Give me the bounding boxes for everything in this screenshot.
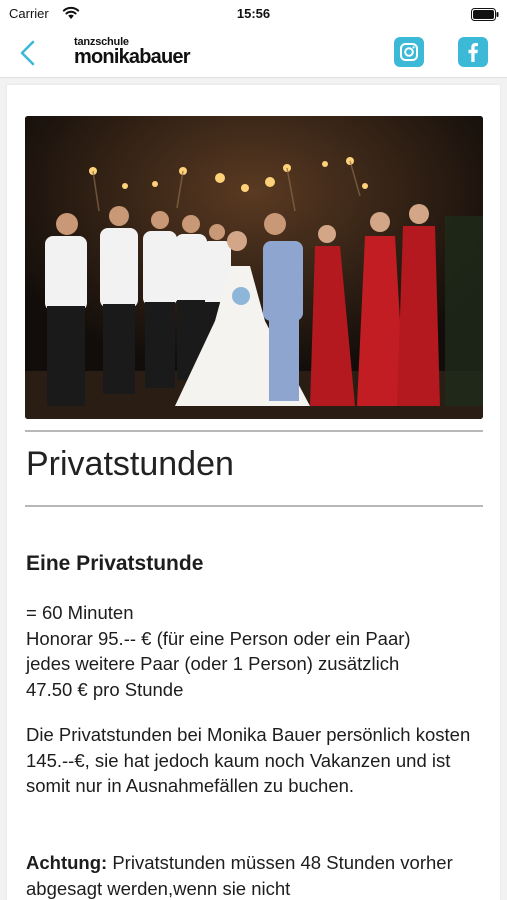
status-bar: Carrier 15:56 bbox=[0, 0, 507, 28]
tanzschule-logo: tanzschule monikabauer bbox=[74, 37, 190, 68]
title-divider-top bbox=[25, 430, 483, 432]
instagram-icon bbox=[400, 43, 418, 61]
hero-photo bbox=[25, 116, 483, 419]
battery-icon bbox=[471, 8, 499, 21]
logo-line-2: monikabauer bbox=[74, 46, 190, 68]
detail-line: Honorar 95.-- € (für eine Person oder ei… bbox=[26, 627, 411, 649]
back-button[interactable] bbox=[14, 36, 46, 70]
page-title: Privatstunden bbox=[26, 445, 234, 483]
price-details: = 60 Minuten Honorar 95.-- € (für eine P… bbox=[26, 600, 488, 702]
info-paragraph: Die Privatstunden bei Monika Bauer persö… bbox=[26, 724, 471, 796]
notice-label: Achtung: bbox=[26, 852, 108, 873]
chevron-left-icon bbox=[20, 40, 35, 66]
notice-paragraph: Achtung: Privatstunden müssen 48 Stunden… bbox=[26, 850, 488, 900]
wedding-photo-illustration bbox=[25, 116, 483, 419]
clock: 15:56 bbox=[236, 6, 271, 21]
navigation-bar: tanzschule monikabauer bbox=[0, 28, 507, 78]
facebook-button[interactable] bbox=[458, 37, 488, 67]
title-divider-bottom bbox=[25, 505, 483, 507]
facebook-icon bbox=[468, 43, 478, 62]
detail-line: 47.50 € pro Stunde bbox=[26, 678, 184, 700]
instagram-button[interactable] bbox=[394, 37, 424, 67]
section-heading: Eine Privatstunde bbox=[26, 552, 204, 575]
detail-line: = 60 Minuten bbox=[26, 602, 134, 623]
content-card: Privatstunden Eine Privatstunde = 60 Min… bbox=[7, 85, 500, 900]
detail-line: jedes weitere Paar (oder 1 Person) zusät… bbox=[26, 653, 400, 674]
